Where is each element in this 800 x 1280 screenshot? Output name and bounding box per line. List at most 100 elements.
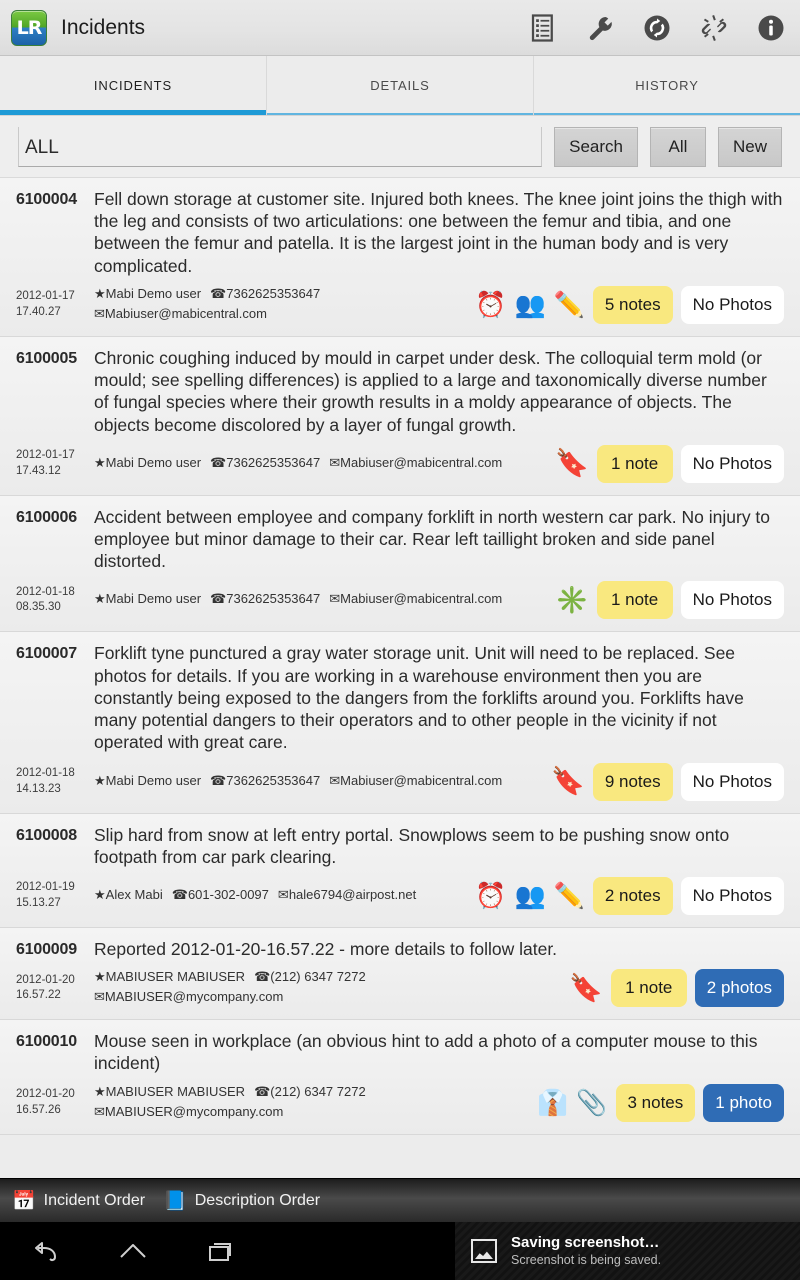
incident-row-meta: 2012-01-18 14.13.23 ★Mabi Demo user ☎736262… (16, 759, 784, 805)
incident-id: 6100004 (16, 191, 77, 208)
sort-bar: 📅 Incident Order 📘 Description Order (0, 1178, 800, 1222)
sync-icon[interactable] (642, 13, 672, 43)
incident-date: 2012-01-20 (16, 973, 75, 986)
photos-badge[interactable]: 1 photo (703, 1083, 784, 1122)
recents-icon[interactable] (202, 1236, 236, 1266)
notes-badge[interactable]: 1 note (596, 444, 673, 483)
incident-row-top: 6100006 Accident between employee and com… (16, 506, 784, 573)
tab-bar: INCIDENTS DETAILS HISTORY (0, 56, 800, 116)
incident-row-meta: 2012-01-17 17.40.27 ★Mabi Demo user ☎736262… (16, 282, 784, 328)
sort-description-order[interactable]: 📘 Description Order (163, 1189, 320, 1212)
incident-time: 08.35.30 (16, 601, 61, 614)
photos-badge[interactable]: No Photos (680, 876, 784, 915)
app-logo-icon: LR (11, 9, 47, 46)
info-icon[interactable] (756, 13, 786, 43)
tab-incidents[interactable]: INCIDENTS (0, 56, 267, 115)
incident-time: 17.40.27 (16, 305, 61, 318)
home-icon[interactable] (116, 1236, 150, 1266)
sort-incident-order[interactable]: 📅 Incident Order (12, 1189, 145, 1212)
incident-email-label: Mabiuser@mabicentral.com (340, 772, 503, 788)
toast-title: Saving screenshot… (511, 1233, 660, 1251)
incident-phone: ☎601-302-0097 (172, 886, 269, 906)
incident-row[interactable]: 6100005 Chronic coughing induced by mould… (0, 336, 800, 496)
tab-incidents-label: INCIDENTS (93, 78, 173, 93)
incident-email-label: Mabiuser@mabicentral.com (340, 454, 503, 470)
incident-contact-line: ★Mabi Demo user ☎7362625353647 (94, 285, 467, 305)
tab-details[interactable]: DETAILS (267, 56, 534, 115)
paperclip-icon: 📎 (576, 1088, 608, 1118)
wrench-icon[interactable] (585, 13, 615, 43)
notes-badge[interactable]: 2 notes (592, 876, 673, 915)
incident-row-meta: 2012-01-18 08.35.30 ★Mabi Demo user ☎736262… (16, 577, 784, 623)
notes-badge[interactable]: 3 notes (615, 1083, 696, 1122)
incident-user-label: Mabi Demo user (105, 454, 202, 470)
incident-email: ✉Mabiuser@mabicentral.com (329, 454, 502, 474)
photos-badge[interactable]: No Photos (680, 444, 784, 483)
incident-email-glyph-icon: ✉ (94, 306, 105, 322)
incident-description: Slip hard from snow at left entry portal… (94, 824, 730, 867)
incident-row[interactable]: 6100004 Fell down storage at customer sit… (0, 178, 800, 337)
incident-phone-label: (212) 6347 7272 (270, 1083, 366, 1099)
incident-date: 2012-01-17 (16, 449, 75, 462)
incident-email-glyph-icon: ✉ (329, 773, 341, 789)
screenshot-toast[interactable]: Saving screenshot… Screenshot is being s… (455, 1222, 800, 1280)
incident-contact-line: ✉Mabiuser@mabicentral.com (94, 305, 467, 325)
notes-badge[interactable]: 9 notes (592, 762, 673, 801)
incident-user-glyph-icon: ★ (94, 970, 106, 986)
incident-contact: ★MABIUSER MABIUSER☎(212) 6347 7272✉MABIU… (94, 1083, 529, 1123)
back-icon[interactable] (30, 1236, 64, 1266)
photos-badge[interactable]: No Photos (680, 581, 784, 620)
incident-user: ★Mabi Demo user (94, 454, 201, 474)
incident-user-glyph-icon: ★ (94, 455, 106, 471)
broken-link-icon[interactable] (699, 13, 729, 43)
incident-row[interactable]: 6100007 Forklift tyne punctured a gray wa… (0, 632, 800, 814)
incident-description: Fell down storage at customer site. Inju… (94, 189, 783, 276)
pencil-icon: ✏️ (553, 290, 585, 320)
incident-user: ★Mabi Demo user (94, 590, 201, 610)
tab-history[interactable]: HISTORY (534, 56, 800, 115)
incident-badges: 🔖 1 note 2 photos (561, 969, 784, 1008)
incident-time: 16.57.22 (16, 989, 61, 1002)
pencil-icon: ✏️ (553, 881, 585, 911)
incident-badges: ✳️ 1 note No Photos (547, 581, 784, 620)
photos-badge[interactable]: No Photos (680, 285, 784, 324)
new-button[interactable]: New (717, 126, 782, 167)
incident-row[interactable]: 6100008 Slip hard from snow at left entry… (0, 813, 800, 928)
incident-row[interactable]: 6100006 Accident between employee and com… (0, 495, 800, 633)
incident-description: Forklift tyne punctured a gray water sto… (94, 643, 744, 753)
incident-email: ✉Mabiuser@mabicentral.com (329, 590, 502, 610)
incident-row[interactable]: 6100009 Reported 2012-01-20-16.57.22 - mo… (0, 927, 800, 1021)
search-button[interactable]: Search (554, 126, 638, 167)
nav-keys (0, 1236, 236, 1266)
incident-phone-glyph-icon: ☎ (254, 1084, 271, 1100)
all-button[interactable]: All (649, 126, 706, 167)
incident-user: ★Alex Mabi (94, 886, 163, 906)
notes-badge[interactable]: 1 note (596, 581, 673, 620)
incident-badges: 👔 📎 3 notes 1 photo (529, 1083, 784, 1122)
incident-row[interactable]: 6100010 Mouse seen in workplace (an obvio… (0, 1020, 800, 1135)
incident-phone-glyph-icon: ☎ (171, 888, 188, 904)
form-list-icon[interactable] (528, 13, 558, 43)
incident-timestamp: 2012-01-19 15.13.27 (16, 880, 94, 911)
notes-badge[interactable]: 1 note (610, 969, 687, 1008)
photos-badge[interactable]: No Photos (680, 762, 784, 801)
incident-email-glyph-icon: ✉ (94, 990, 105, 1006)
action-bar-icons (528, 13, 786, 43)
incident-row-top: 6100004 Fell down storage at customer sit… (16, 188, 784, 277)
incident-date: 2012-01-18 (16, 585, 75, 598)
incident-id: 6100009 (16, 940, 77, 958)
incident-phone-label: 601-302-0097 (187, 887, 269, 903)
alarm-clock-icon: ⏰ (475, 881, 507, 911)
incident-email: ✉MABIUSER@mycompany.com (94, 988, 283, 1008)
incident-phone: ☎7362625353647 (210, 285, 320, 305)
incident-phone: ☎7362625353647 (210, 590, 320, 610)
incident-user-label: Alex Mabi (105, 887, 163, 903)
incident-list[interactable]: 6100004 Fell down storage at customer sit… (0, 178, 800, 1178)
notes-badge[interactable]: 5 notes (592, 285, 673, 324)
search-field-wrapper[interactable] (18, 126, 543, 167)
incident-phone-glyph-icon: ☎ (210, 455, 227, 471)
incident-contact: ★Mabi Demo user ☎7362625353647 ✉Mabiuser@m… (94, 285, 467, 325)
incident-user-glyph-icon: ★ (94, 1084, 106, 1100)
photos-badge[interactable]: 2 photos (694, 969, 784, 1008)
search-input[interactable] (25, 136, 536, 163)
